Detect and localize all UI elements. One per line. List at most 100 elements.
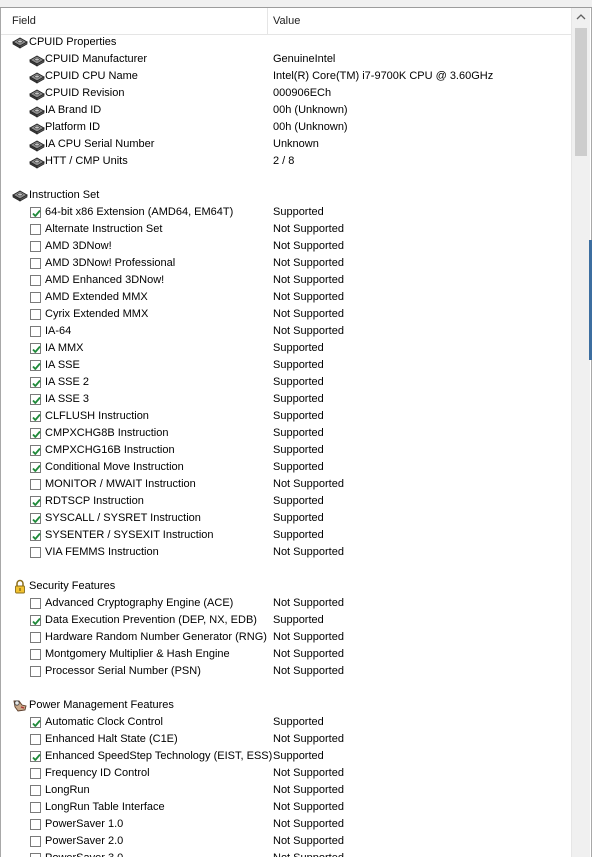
feature-row[interactable]: SYSENTER / SYSEXIT Instruction Supported [1,527,571,544]
feature-row[interactable]: Alternate Instruction Set Not Supported [1,221,571,238]
property-row[interactable]: HTT / CMP Units 2 / 8 [1,153,571,170]
feature-row[interactable]: LongRun Table Interface Not Supported [1,799,571,816]
spacer-row [1,561,571,578]
row-label: IA Brand ID [45,104,102,116]
unchecked-checkbox-icon [30,666,41,677]
feature-row[interactable]: Conditional Move Instruction Supported [1,459,571,476]
property-row[interactable]: IA CPU Serial Number Unknown [1,136,571,153]
row-value: Not Supported [273,733,344,745]
row-label: PowerSaver 1.0 [45,818,124,830]
chip-icon [29,104,45,118]
property-row[interactable]: CPUID Revision 000906ECh [1,85,571,102]
checked-checkbox-icon [30,377,41,388]
group-header-row[interactable]: CPUID Properties [1,34,571,51]
feature-row[interactable]: IA MMX Supported [1,340,571,357]
feature-row[interactable]: LongRun Not Supported [1,782,571,799]
row-value: 2 / 8 [273,155,295,167]
checked-checkbox-icon [30,462,41,473]
checked-checkbox-icon [30,428,41,439]
property-row[interactable]: CPUID CPU Name Intel(R) Core(TM) i7-9700K… [1,68,571,85]
row-value: 00h (Unknown) [273,121,348,133]
row-label: IA SSE 3 [45,393,90,405]
row-label: Security Features [29,580,116,592]
unchecked-checkbox-icon [30,785,41,796]
feature-row[interactable]: CMPXCHG8B Instruction Supported [1,425,571,442]
feature-row[interactable]: Enhanced SpeedStep Technology (EIST, ESS… [1,748,571,765]
chip-icon [12,188,28,203]
property-row[interactable]: CPUID Manufacturer GenuineIntel [1,51,571,68]
row-value: Not Supported [273,784,344,796]
feature-row[interactable]: IA SSE Supported [1,357,571,374]
row-label: IA SSE 2 [45,376,90,388]
row-value: Not Supported [273,648,344,660]
properties-list-view[interactable]: Field Value CPUID Properties CPUID Manufa… [0,8,592,857]
row-label: Enhanced SpeedStep Technology (EIST, ESS… [45,750,273,762]
row-value: Supported [273,359,324,371]
feature-row[interactable]: Processor Serial Number (PSN) Not Support… [1,663,571,680]
row-value: Supported [273,461,324,473]
checked-checkbox-icon [30,530,41,541]
row-label: IA-64 [45,325,72,337]
checked-checkbox-icon [30,360,41,371]
feature-row[interactable]: PowerSaver 3.0 Not Supported [1,850,571,857]
column-header-field[interactable]: Field [12,8,36,34]
feature-row[interactable]: Montgomery Multiplier & Hash Engine Not S… [1,646,571,663]
feature-row[interactable]: Cyrix Extended MMX Not Supported [1,306,571,323]
unchecked-checkbox-icon [30,598,41,609]
unchecked-checkbox-icon [30,632,41,643]
row-label: IA CPU Serial Number [45,138,155,150]
feature-row[interactable]: IA SSE 2 Supported [1,374,571,391]
feature-row[interactable]: IA SSE 3 Supported [1,391,571,408]
checked-checkbox-icon [30,343,41,354]
feature-row[interactable]: PowerSaver 1.0 Not Supported [1,816,571,833]
checked-checkbox-icon [30,513,41,524]
group-header-row[interactable]: Security Features [1,578,571,595]
feature-row[interactable]: AMD Enhanced 3DNow! Not Supported [1,272,571,289]
chip-icon [29,70,45,84]
row-value: Not Supported [273,546,344,558]
window-top-edge [0,0,592,8]
column-divider[interactable] [267,8,268,34]
feature-row[interactable]: VIA FEMMS Instruction Not Supported [1,544,571,561]
row-label: MONITOR / MWAIT Instruction [45,478,196,490]
feature-row[interactable]: MONITOR / MWAIT Instruction Not Supported [1,476,571,493]
property-row[interactable]: IA Brand ID 00h (Unknown) [1,102,571,119]
column-header-value[interactable]: Value [273,8,300,34]
row-label: PowerSaver 2.0 [45,835,124,847]
scroll-thumb[interactable] [575,28,587,156]
row-value: Not Supported [273,801,344,813]
feature-row[interactable]: CMPXCHG16B Instruction Supported [1,442,571,459]
row-value: Not Supported [273,850,344,857]
feature-row[interactable]: Advanced Cryptography Engine (ACE) Not Su… [1,595,571,612]
feature-row[interactable]: AMD 3DNow! Not Supported [1,238,571,255]
row-label: AMD 3DNow! Professional [45,257,176,269]
unchecked-checkbox-icon [30,292,41,303]
feature-row[interactable]: CLFLUSH Instruction Supported [1,408,571,425]
feature-row[interactable]: PowerSaver 2.0 Not Supported [1,833,571,850]
feature-row[interactable]: Automatic Clock Control Supported [1,714,571,731]
feature-row[interactable]: Hardware Random Number Generator (RNG) No… [1,629,571,646]
row-label: CMPXCHG16B Instruction [45,444,175,456]
feature-row[interactable]: IA-64 Not Supported [1,323,571,340]
row-value: Not Supported [273,223,344,235]
row-label: CPUID Properties [29,36,117,48]
row-label: Cyrix Extended MMX [45,308,149,320]
group-header-row[interactable]: Power Management Features [1,697,571,714]
property-row[interactable]: Platform ID 00h (Unknown) [1,119,571,136]
row-label: Montgomery Multiplier & Hash Engine [45,648,230,660]
scroll-up-arrow-icon[interactable] [572,8,590,26]
feature-row[interactable]: Data Execution Prevention (DEP, NX, EDB)… [1,612,571,629]
vertical-scrollbar[interactable] [571,8,590,857]
feature-row[interactable]: SYSCALL / SYSRET Instruction Supported [1,510,571,527]
feature-row[interactable]: AMD 3DNow! Professional Not Supported [1,255,571,272]
feature-row[interactable]: AMD Extended MMX Not Supported [1,289,571,306]
unchecked-checkbox-icon [30,547,41,558]
row-value: Supported [273,393,324,405]
feature-row[interactable]: Frequency ID Control Not Supported [1,765,571,782]
feature-row[interactable]: RDTSCP Instruction Supported [1,493,571,510]
feature-row[interactable]: Enhanced Halt State (C1E) Not Supported [1,731,571,748]
unchecked-checkbox-icon [30,224,41,235]
row-label: Automatic Clock Control [45,716,163,728]
feature-row[interactable]: 64-bit x86 Extension (AMD64, EM64T) Suppo… [1,204,571,221]
group-header-row[interactable]: Instruction Set [1,187,571,204]
